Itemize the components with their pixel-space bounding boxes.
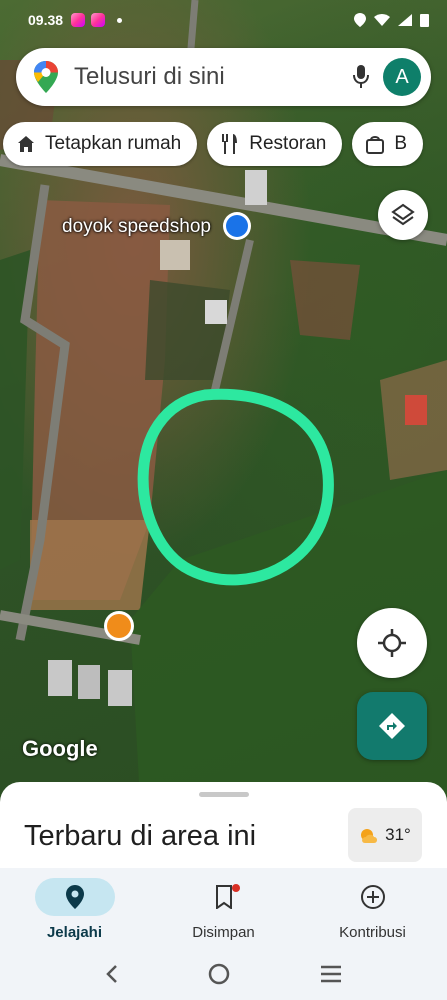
nav-label: Kontribusi	[339, 924, 406, 941]
directions-icon	[379, 713, 405, 739]
place-label[interactable]: doyok speedshop	[62, 216, 211, 238]
layers-button[interactable]	[378, 190, 428, 240]
crosshair-icon	[378, 629, 406, 657]
wifi-icon	[374, 14, 390, 26]
chip-set-home[interactable]: Tetapkan rumah	[3, 122, 198, 166]
chip-label: Restoran	[249, 133, 327, 154]
notification-dot	[231, 884, 240, 892]
chip-label: B	[394, 133, 408, 154]
battery-icon	[420, 14, 429, 27]
chip-restaurants[interactable]: Restoran	[207, 122, 343, 166]
nav-saved[interactable]: Disimpan	[149, 868, 298, 948]
instagram-notification-icon	[71, 13, 86, 27]
location-icon	[354, 13, 366, 27]
google-attribution: Google	[22, 736, 98, 761]
search-input[interactable]: Telusuri di sini	[74, 63, 339, 91]
status-icons	[354, 13, 429, 27]
shopping-bag-icon	[366, 136, 385, 154]
nav-contribute[interactable]: Kontribusi	[298, 868, 447, 948]
nav-label: Disimpan	[192, 924, 255, 941]
chip-shopping[interactable]: B	[352, 122, 424, 166]
restaurant-icon	[222, 134, 238, 154]
back-icon[interactable]	[105, 964, 119, 984]
explore-pin-icon	[65, 885, 84, 909]
more-notifications-icon	[117, 17, 123, 23]
nav-label: Jelajahi	[46, 924, 103, 941]
search-bar[interactable]: Telusuri di sini A	[16, 48, 431, 106]
map-imagery	[0, 0, 447, 800]
sheet-title: Terbaru di area ini	[24, 820, 257, 852]
microphone-icon[interactable]	[339, 65, 383, 89]
signal-icon	[398, 14, 412, 26]
partly-cloudy-icon	[361, 829, 378, 843]
system-navigation-bar	[0, 948, 447, 1000]
account-avatar[interactable]: A	[383, 58, 421, 96]
bookmark-icon	[215, 885, 232, 909]
chip-label: Tetapkan rumah	[45, 133, 182, 154]
category-chips: Tetapkan rumah Restoran B	[0, 122, 447, 168]
nav-icon-container	[333, 878, 413, 916]
status-bar: 09.38	[0, 0, 447, 40]
nav-explore[interactable]: Jelajahi	[0, 868, 149, 948]
satellite-map[interactable]	[0, 0, 447, 800]
bottom-navigation: Jelajahi Disimpan Kontribusi	[0, 868, 447, 948]
instagram-notification-icon	[91, 13, 106, 27]
cafe-pin-icon[interactable]	[104, 611, 134, 641]
directions-button[interactable]	[357, 692, 427, 760]
bottom-sheet[interactable]: Terbaru di area ini 31°	[0, 782, 447, 882]
add-circle-icon	[360, 885, 385, 909]
home-icon	[18, 136, 34, 152]
home-button-icon[interactable]	[208, 963, 230, 985]
temperature: 31°	[385, 825, 411, 844]
my-location-button[interactable]	[357, 608, 427, 678]
nav-icon-container	[184, 878, 264, 916]
google-maps-logo-icon	[34, 61, 58, 93]
layers-icon	[391, 203, 415, 226]
sheet-drag-handle[interactable]	[199, 792, 249, 797]
place-pin-icon[interactable]	[223, 212, 251, 240]
recent-apps-icon[interactable]	[320, 965, 342, 983]
status-time: 09.38	[28, 12, 64, 28]
nav-icon-container	[34, 878, 115, 916]
weather-chip[interactable]: 31°	[348, 808, 422, 862]
